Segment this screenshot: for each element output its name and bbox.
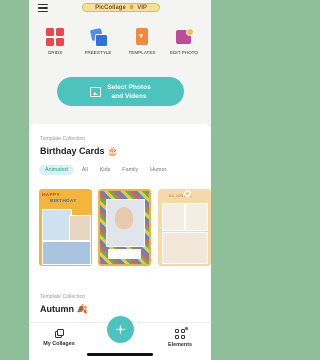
collection-title[interactable]: Autumn 🍂 [40, 304, 88, 315]
templates-icon: ♥ [133, 28, 151, 46]
edit-photo-tool[interactable]: EDIT PHOTO [166, 28, 202, 55]
freestyle-tool[interactable]: FREESTYLE [80, 27, 116, 55]
freestyle-icon [89, 27, 108, 47]
my-collages-tab[interactable]: My Collages [34, 329, 84, 347]
grids-tool[interactable]: GRIDS [37, 28, 73, 55]
template-thumb[interactable] [98, 189, 151, 266]
templates-tool[interactable]: ♥ TEMPLATES [124, 28, 160, 55]
photo-icon [90, 86, 102, 97]
crown-icon: ♛ [128, 5, 135, 11]
chip-humor[interactable]: Humor [146, 165, 170, 175]
select-line1: Select Photos [107, 83, 151, 91]
home-indicator [87, 353, 153, 356]
menu-icon[interactable] [38, 4, 48, 13]
elements-icon [175, 327, 188, 339]
select-photos-button[interactable]: Select Photos and Videos [57, 77, 184, 106]
collection-kicker: Template Collection [40, 136, 86, 142]
premium-badge-icon: ♛ [184, 190, 191, 197]
chip-all[interactable]: All [78, 165, 92, 175]
chip-family[interactable]: Family [118, 165, 142, 175]
add-button[interactable]: + [107, 316, 134, 343]
templates-label: TEMPLATES [128, 50, 156, 55]
edit-photo-icon [175, 28, 194, 46]
my-collages-label: My Collages [43, 341, 75, 347]
chip-animated[interactable]: Animated [39, 165, 74, 175]
app-screen: PicCollage ♛ VIP GRIDS FREESTYLE ♥ TEMPL… [29, 0, 211, 360]
filter-chips: Animated All Kids Family Humor [39, 165, 170, 175]
collection-title[interactable]: Birthday Cards 🎂 [40, 146, 118, 157]
brand-label: PicCollage [95, 4, 126, 11]
select-line2: and Videos [111, 92, 147, 100]
collection-kicker: Template Collection [40, 294, 86, 300]
grids-label: GRIDS [47, 50, 63, 55]
thumb-text: HAPPY [42, 193, 61, 198]
grids-icon [46, 28, 64, 46]
freestyle-label: FREESTYLE [84, 50, 112, 55]
brand-vip-badge[interactable]: PicCollage ♛ VIP [82, 3, 160, 12]
chip-kids[interactable]: Kids [96, 165, 115, 175]
vip-label: VIP [137, 4, 147, 11]
elements-tab[interactable]: Elements [155, 327, 205, 348]
thumb-text: BIRTHDAY [50, 199, 77, 204]
template-carousel[interactable]: HAPPY BIRTHDAY JUL JUN DEC [39, 189, 211, 270]
template-thumb[interactable]: JUL JUN DEC [158, 189, 211, 266]
edit-photo-label: EDIT PHOTO [170, 50, 198, 55]
elements-label: Elements [168, 342, 192, 348]
template-thumb[interactable]: HAPPY BIRTHDAY [39, 189, 92, 266]
collages-icon [54, 329, 64, 338]
notification-dot [185, 327, 188, 330]
